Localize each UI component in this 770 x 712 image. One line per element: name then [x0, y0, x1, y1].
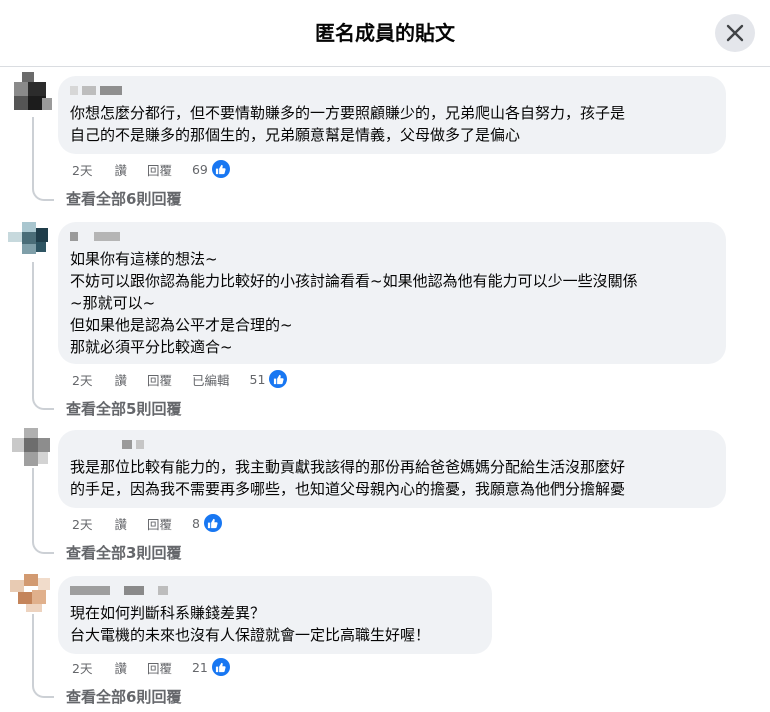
comment-actions: 2天 讚 回覆 8	[72, 513, 223, 533]
comment-bubble: 如果你有這樣的想法~ 不妨可以跟你認為能力比較好的小孩討論看看~如果他認為他有能…	[58, 222, 726, 364]
thumbs-up-icon	[268, 369, 289, 389]
view-all-replies-link[interactable]: 查看全部6則回覆	[66, 686, 181, 707]
reaction-count[interactable]: 69	[192, 159, 231, 179]
edited-label[interactable]: 已編輯	[192, 370, 230, 389]
avatar[interactable]	[12, 72, 52, 112]
comment-text: 現在如何判斷科系賺錢差異？ 台大電機的未來也沒有人保證就會一定比高職生好喔！	[70, 604, 431, 644]
commenter-name-redacted[interactable]	[70, 84, 714, 96]
reply-button[interactable]: 回覆	[147, 160, 172, 179]
dialog-title: 匿名成員的貼文	[315, 21, 455, 45]
thumbs-up-icon	[210, 657, 231, 677]
reaction-count[interactable]: 51	[250, 369, 289, 389]
comment-actions: 2天 讚 回覆 已編輯 51	[72, 369, 289, 389]
like-button[interactable]: 讚	[114, 370, 127, 389]
reaction-count[interactable]: 8	[192, 513, 223, 533]
commenter-name-redacted[interactable]	[70, 230, 714, 242]
comment-time[interactable]: 2天	[72, 658, 92, 677]
comment-actions: 2天 讚 回覆 21	[72, 657, 231, 677]
comment-bubble: 我是那位比較有能力的，我主動貢獻我該得的那份再給爸爸媽媽分配給生活沒那麼好 的手…	[58, 430, 726, 508]
commenter-name-redacted[interactable]	[70, 438, 714, 450]
close-button[interactable]	[715, 14, 755, 52]
reply-button[interactable]: 回覆	[147, 514, 172, 533]
like-button[interactable]: 讚	[114, 658, 127, 677]
comment-text: 我是那位比較有能力的，我主動貢獻我該得的那份再給爸爸媽媽分配給生活沒那麼好 的手…	[70, 458, 626, 498]
comment-text: 你想怎麼分都行，但不要情勒賺多的一方要照顧賺少的，兄弟爬山各自努力，孩子是 自己…	[70, 104, 626, 144]
like-button[interactable]: 讚	[114, 514, 127, 533]
like-button[interactable]: 讚	[114, 160, 127, 179]
comment-actions: 2天 讚 回覆 69	[72, 159, 231, 179]
view-all-replies-link[interactable]: 查看全部6則回覆	[66, 188, 181, 209]
reply-button[interactable]: 回覆	[147, 658, 172, 677]
close-icon	[726, 24, 744, 42]
likes-number: 51	[249, 371, 266, 387]
comment-bubble: 你想怎麼分都行，但不要情勒賺多的一方要照顧賺少的，兄弟爬山各自努力，孩子是 自己…	[58, 76, 726, 154]
commenter-name-redacted[interactable]	[70, 584, 480, 596]
likes-number: 69	[191, 161, 208, 177]
reply-button[interactable]: 回覆	[147, 370, 172, 389]
comment-time[interactable]: 2天	[72, 514, 92, 533]
dialog-header: 匿名成員的貼文	[0, 0, 770, 67]
comment-time[interactable]: 2天	[72, 160, 92, 179]
likes-number: 8	[191, 515, 200, 531]
thumbs-up-icon	[210, 159, 231, 179]
view-all-replies-link[interactable]: 查看全部3則回覆	[66, 542, 181, 563]
avatar[interactable]	[10, 574, 50, 614]
avatar[interactable]	[12, 428, 52, 468]
thumbs-up-icon	[202, 513, 223, 533]
view-all-replies-link[interactable]: 查看全部5則回覆	[66, 398, 181, 419]
avatar[interactable]	[8, 220, 48, 260]
comment-text: 如果你有這樣的想法~ 不妨可以跟你認為能力比較好的小孩討論看看~如果他認為他有能…	[70, 250, 638, 356]
comment-bubble: 現在如何判斷科系賺錢差異？ 台大電機的未來也沒有人保證就會一定比高職生好喔！	[58, 576, 492, 654]
reaction-count[interactable]: 21	[192, 657, 231, 677]
comment-time[interactable]: 2天	[72, 370, 92, 389]
likes-number: 21	[191, 659, 208, 675]
